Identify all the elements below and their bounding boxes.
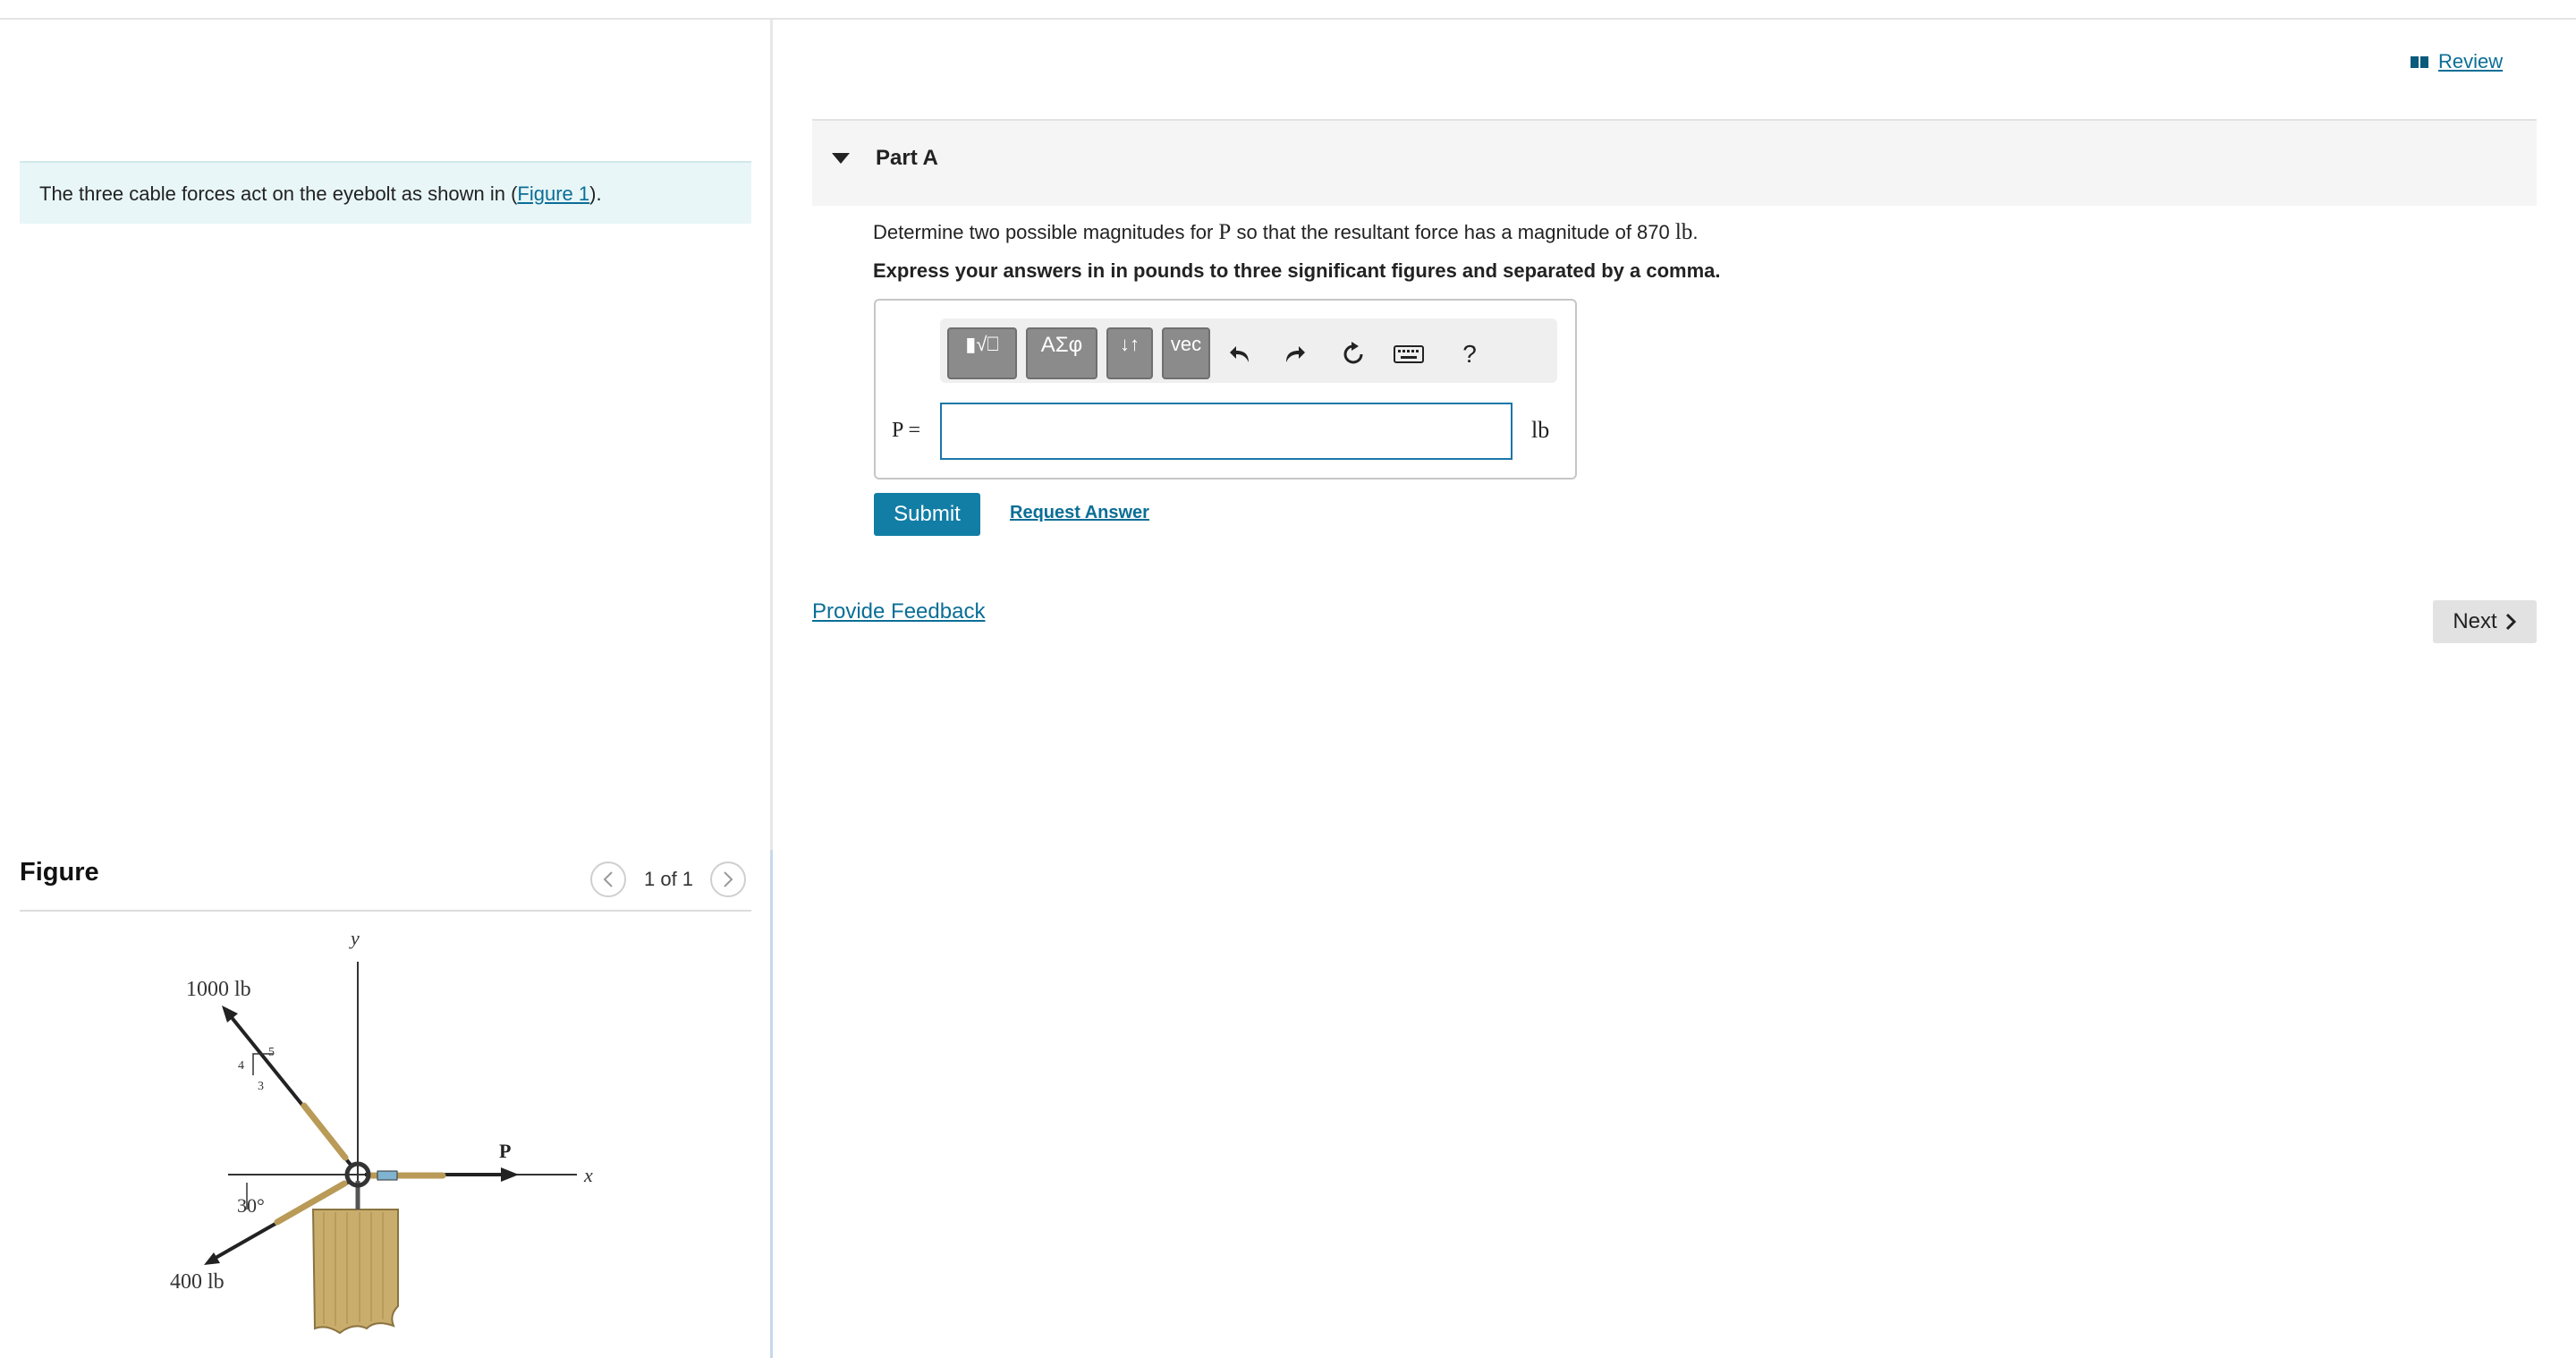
part-a-title: Part A [876,146,938,170]
undo-icon[interactable] [1223,336,1258,372]
intro-text: The three cable forces act on the eyebol… [39,182,518,205]
answer-instruction: Express your answers in in pounds to thr… [873,259,1721,282]
redo-icon[interactable] [1276,336,1312,372]
wood-post [311,1209,399,1335]
prompt-text-middle: so that the resultant force has a magnit… [1231,221,1675,243]
slope-5-label: 5 [268,1046,275,1059]
eyebolt-figure: y x 1000 lb 5 4 3 400 lb 30° P [170,927,593,1335]
panel-divider-handle[interactable] [770,850,773,1358]
templates-button[interactable]: ▮√⎕ [947,327,1017,379]
answer-box: ▮√⎕ ΑΣφ ↓↑ vec ? P = lb [874,299,1577,480]
review-label: Review [2438,50,2504,72]
problem-intro: The three cable forces act on the eyebol… [20,161,751,224]
rope-1000 [301,1102,349,1161]
submit-button[interactable]: Submit [874,493,980,536]
sleeve-p [377,1170,398,1181]
prompt-text-end: . [1692,221,1699,243]
book-icon [2411,56,2428,68]
provide-feedback-link[interactable]: Provide Feedback [812,599,985,624]
force-p-label: P [499,1140,511,1162]
figure-link[interactable]: Figure 1 [517,182,589,205]
next-figure-button[interactable] [710,861,746,897]
intro-text-end: ). [589,182,602,205]
angle-label: 30° [237,1194,265,1217]
slope-4-label: 4 [238,1059,244,1073]
figure-header: Figure 1 of 1 [20,854,751,912]
reset-icon[interactable] [1335,336,1371,372]
keyboard-icon[interactable] [1391,336,1427,372]
top-border [0,18,2576,20]
prompt-variable: P [1218,220,1232,244]
arrows-button[interactable]: ↓↑ [1106,327,1153,379]
collapse-caret-icon[interactable] [832,153,850,164]
prompt-text: Determine two possible magnitudes for [873,221,1219,243]
answer-unit: lb [1531,417,1550,443]
force-p-arrowhead [501,1167,519,1182]
answer-input[interactable] [940,403,1513,460]
request-answer-link[interactable]: Request Answer [1010,503,1149,523]
figure-title: Figure [20,858,99,887]
question-prompt: Determine two possible magnitudes for P … [873,220,1698,245]
prompt-unit: lb [1674,220,1693,244]
greek-symbols-button[interactable]: ΑΣφ [1026,327,1097,379]
chevron-left-icon [603,871,613,887]
force-400-label: 400 lb [170,1270,225,1294]
y-axis-label: y [349,927,360,949]
vector-button[interactable]: vec [1162,327,1210,379]
slope-3-label: 3 [258,1080,264,1093]
review-link[interactable]: Review [2410,50,2503,73]
math-toolbar: ▮√⎕ ΑΣφ ↓↑ vec ? [940,318,1557,383]
previous-figure-button[interactable] [590,861,626,897]
answer-label: P = [892,419,920,442]
force-1000-label: 1000 lb [186,978,251,1001]
next-label: Next [2453,609,2497,633]
figure-pager-text: 1 of 1 [644,868,694,890]
chevron-right-icon [2505,613,2516,631]
next-button[interactable]: Next [2433,600,2537,643]
chevron-right-icon [724,871,733,887]
part-a-header[interactable]: Part A [812,119,2537,206]
help-button[interactable]: ? [1452,336,1487,372]
x-axis-label: x [583,1164,593,1186]
